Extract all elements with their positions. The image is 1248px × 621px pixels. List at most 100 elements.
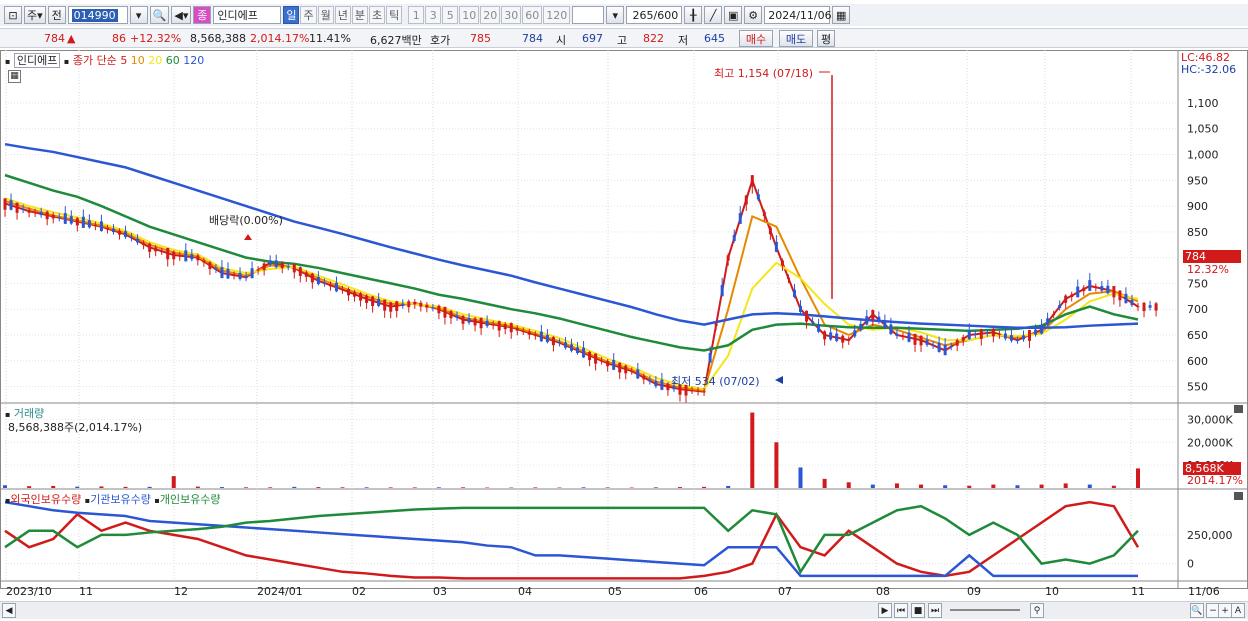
candle-body xyxy=(600,360,604,362)
ma-legend-60[interactable]: 60 xyxy=(162,54,180,67)
market-select[interactable]: 주 ▾ xyxy=(24,6,46,24)
minute-period-button-120[interactable]: 120 xyxy=(543,6,571,24)
period-tab-0[interactable]: 일 xyxy=(283,6,300,24)
candle-body xyxy=(57,217,61,219)
grid-toggle-icon[interactable]: ▦ xyxy=(8,70,21,83)
chart-canvas: 2023/10 11 12 2024/01 02 03 04 05 06 07 08 09 10 11 11… xyxy=(0,50,1248,598)
calendar-icon[interactable]: ▦ xyxy=(832,6,851,24)
date-field[interactable]: 2024/11/06 xyxy=(764,6,832,24)
minute-period-button-3[interactable]: 3 xyxy=(425,6,442,24)
draw-tool-icon[interactable]: ╱ xyxy=(704,6,723,24)
ma-legend-20[interactable]: 20 xyxy=(145,54,162,67)
stock-code-dropdown-icon[interactable]: ▾ xyxy=(129,6,148,24)
zoom-search-icon[interactable]: 🔍 xyxy=(1190,603,1204,618)
candle-body xyxy=(87,220,91,228)
ma-legend-120[interactable]: 120 xyxy=(180,54,204,67)
x-tick-label: 08 xyxy=(876,585,890,598)
forward-icon[interactable]: ⏭ xyxy=(928,603,942,618)
candle-body xyxy=(208,262,212,270)
candle-body xyxy=(395,301,399,311)
period-tab-5[interactable]: 초 xyxy=(368,6,386,24)
minute-period-button-30[interactable]: 30 xyxy=(501,6,522,24)
candle-body xyxy=(1064,295,1068,303)
candle-body xyxy=(835,333,839,341)
candle-body xyxy=(823,331,827,340)
tool-icon[interactable]: ⚲ xyxy=(1030,603,1044,618)
period-tab-6[interactable]: 틱 xyxy=(386,6,403,24)
eval-button[interactable]: 평 xyxy=(817,30,835,47)
prev-button[interactable]: 전 xyxy=(47,6,66,24)
audio-icon[interactable]: ◀▾ xyxy=(171,6,192,24)
zoom-slider[interactable] xyxy=(950,609,1020,611)
candle-body xyxy=(322,282,326,284)
ma-legend-10[interactable]: 10 xyxy=(127,54,145,67)
volume-bar xyxy=(195,486,200,488)
save-icon[interactable]: ▣ xyxy=(724,6,743,24)
candle-body xyxy=(744,195,748,205)
sell-button[interactable]: 매도 xyxy=(779,30,813,47)
window-menu-icon[interactable]: ⊡ xyxy=(4,6,22,24)
candle-body xyxy=(15,202,19,213)
candle-body xyxy=(443,306,447,318)
y-tick-label: 1,000 xyxy=(1187,149,1219,162)
open-label: 시 xyxy=(556,34,567,47)
candle-body xyxy=(515,327,519,331)
candle-body xyxy=(111,228,115,233)
custom-period-dropdown-icon[interactable]: ▾ xyxy=(606,6,625,24)
candle-body xyxy=(1142,302,1146,312)
candle-body xyxy=(726,255,730,261)
font-size-icon[interactable]: A xyxy=(1231,603,1245,618)
candle-body xyxy=(491,323,495,326)
volume-last-pct-tag: 2014.17% xyxy=(1187,474,1243,487)
scroll-left-icon[interactable]: ◀ xyxy=(2,603,16,618)
period-tab-3[interactable]: 년 xyxy=(334,6,351,24)
settings-gear-icon[interactable]: ⚙ xyxy=(744,6,763,24)
volume-bar xyxy=(798,467,803,488)
stock-code-input[interactable]: 014990 xyxy=(67,6,128,24)
candle-body xyxy=(280,263,284,269)
candle-body xyxy=(1046,318,1050,326)
minute-period-button-60[interactable]: 60 xyxy=(522,6,543,24)
stock-name-field[interactable]: 인디에프 xyxy=(213,6,282,24)
period-tab-4[interactable]: 분 xyxy=(351,6,368,24)
period-tab-2[interactable]: 월 xyxy=(317,6,334,24)
turnover-rate: 11.41% xyxy=(309,32,351,45)
candle-body xyxy=(172,251,176,260)
candle-type-icon[interactable]: ╂ xyxy=(684,6,703,24)
candle-body xyxy=(33,212,37,214)
scroll-right-icon[interactable]: ▶ xyxy=(878,603,892,618)
chart-scrollbar[interactable]: ◀ ▶ ⏮ ■ ⏭ ⚲ 🔍 − + A xyxy=(0,601,1248,619)
volume-bar xyxy=(1111,485,1116,488)
custom-period-input[interactable] xyxy=(572,6,605,24)
holding-pane-close-icon[interactable] xyxy=(1234,492,1243,500)
holding-tick-label: 250,000 xyxy=(1187,529,1233,542)
candle-body xyxy=(949,346,953,348)
minute-period-button-1[interactable]: 1 xyxy=(408,6,425,24)
candle-body xyxy=(316,276,320,285)
candle-body xyxy=(979,329,983,339)
minute-period-button-20[interactable]: 20 xyxy=(480,6,501,24)
rewind-icon[interactable]: ⏮ xyxy=(894,603,908,618)
candle-body xyxy=(51,214,55,219)
holding-legend-1[interactable]: 기관보유수량 xyxy=(90,493,154,506)
volume-pane-close-icon[interactable] xyxy=(1234,405,1243,413)
current-price: 784 xyxy=(44,32,65,45)
holding-legend-2[interactable]: 개인보유수량 xyxy=(160,493,221,506)
count-field[interactable]: 265/600 xyxy=(626,6,683,24)
candle-body xyxy=(328,284,332,287)
stop-icon[interactable]: ■ xyxy=(911,603,925,618)
minute-period-button-5[interactable]: 5 xyxy=(442,6,459,24)
candle-body xyxy=(431,307,435,309)
period-tab-1[interactable]: 주 xyxy=(300,6,317,24)
zoom-in-icon[interactable]: + xyxy=(1218,603,1232,618)
holding-legend-0[interactable]: 외국인보유수량 xyxy=(10,493,84,506)
search-icon[interactable]: 🔍 xyxy=(149,6,170,24)
volume-bar xyxy=(75,486,80,488)
candle-body xyxy=(539,331,543,342)
buy-button[interactable]: 매수 xyxy=(739,30,773,47)
minute-period-button-10[interactable]: 10 xyxy=(459,6,480,24)
candle-body xyxy=(142,243,146,246)
candle-body xyxy=(1136,306,1140,308)
stock-legend-label[interactable]: 인디에프 xyxy=(13,53,61,68)
candle-body xyxy=(1040,325,1044,334)
